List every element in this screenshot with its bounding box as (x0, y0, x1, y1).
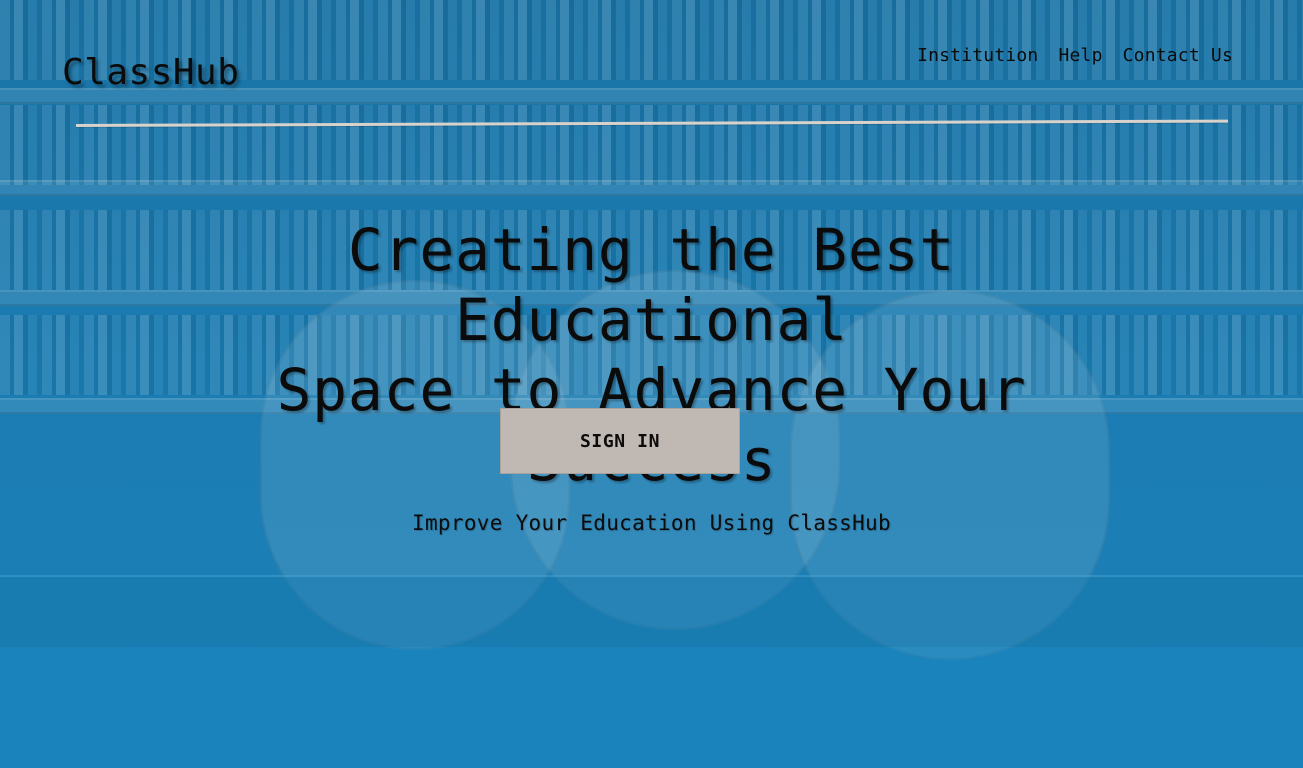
hero-title-line: Creating the Best Educational (347, 216, 956, 354)
hero-subtitle: Improve Your Education Using ClassHub (412, 511, 891, 535)
nav-contact-us-link[interactable]: Contact Us (1123, 43, 1233, 68)
brand-logo: ClassHub (62, 52, 240, 93)
nav-institution-link[interactable]: Institution (917, 43, 1038, 68)
sign-in-button[interactable]: SIGN IN (500, 408, 740, 474)
bookshelf-row (0, 105, 1303, 185)
top-nav: Institution Help Contact Us (917, 43, 1233, 68)
hero-section: Creating the Best Educational Space to A… (0, 215, 1303, 535)
table-surface (0, 575, 1303, 768)
bookshelf (0, 180, 1303, 196)
nav-help-link[interactable]: Help (1058, 43, 1102, 68)
